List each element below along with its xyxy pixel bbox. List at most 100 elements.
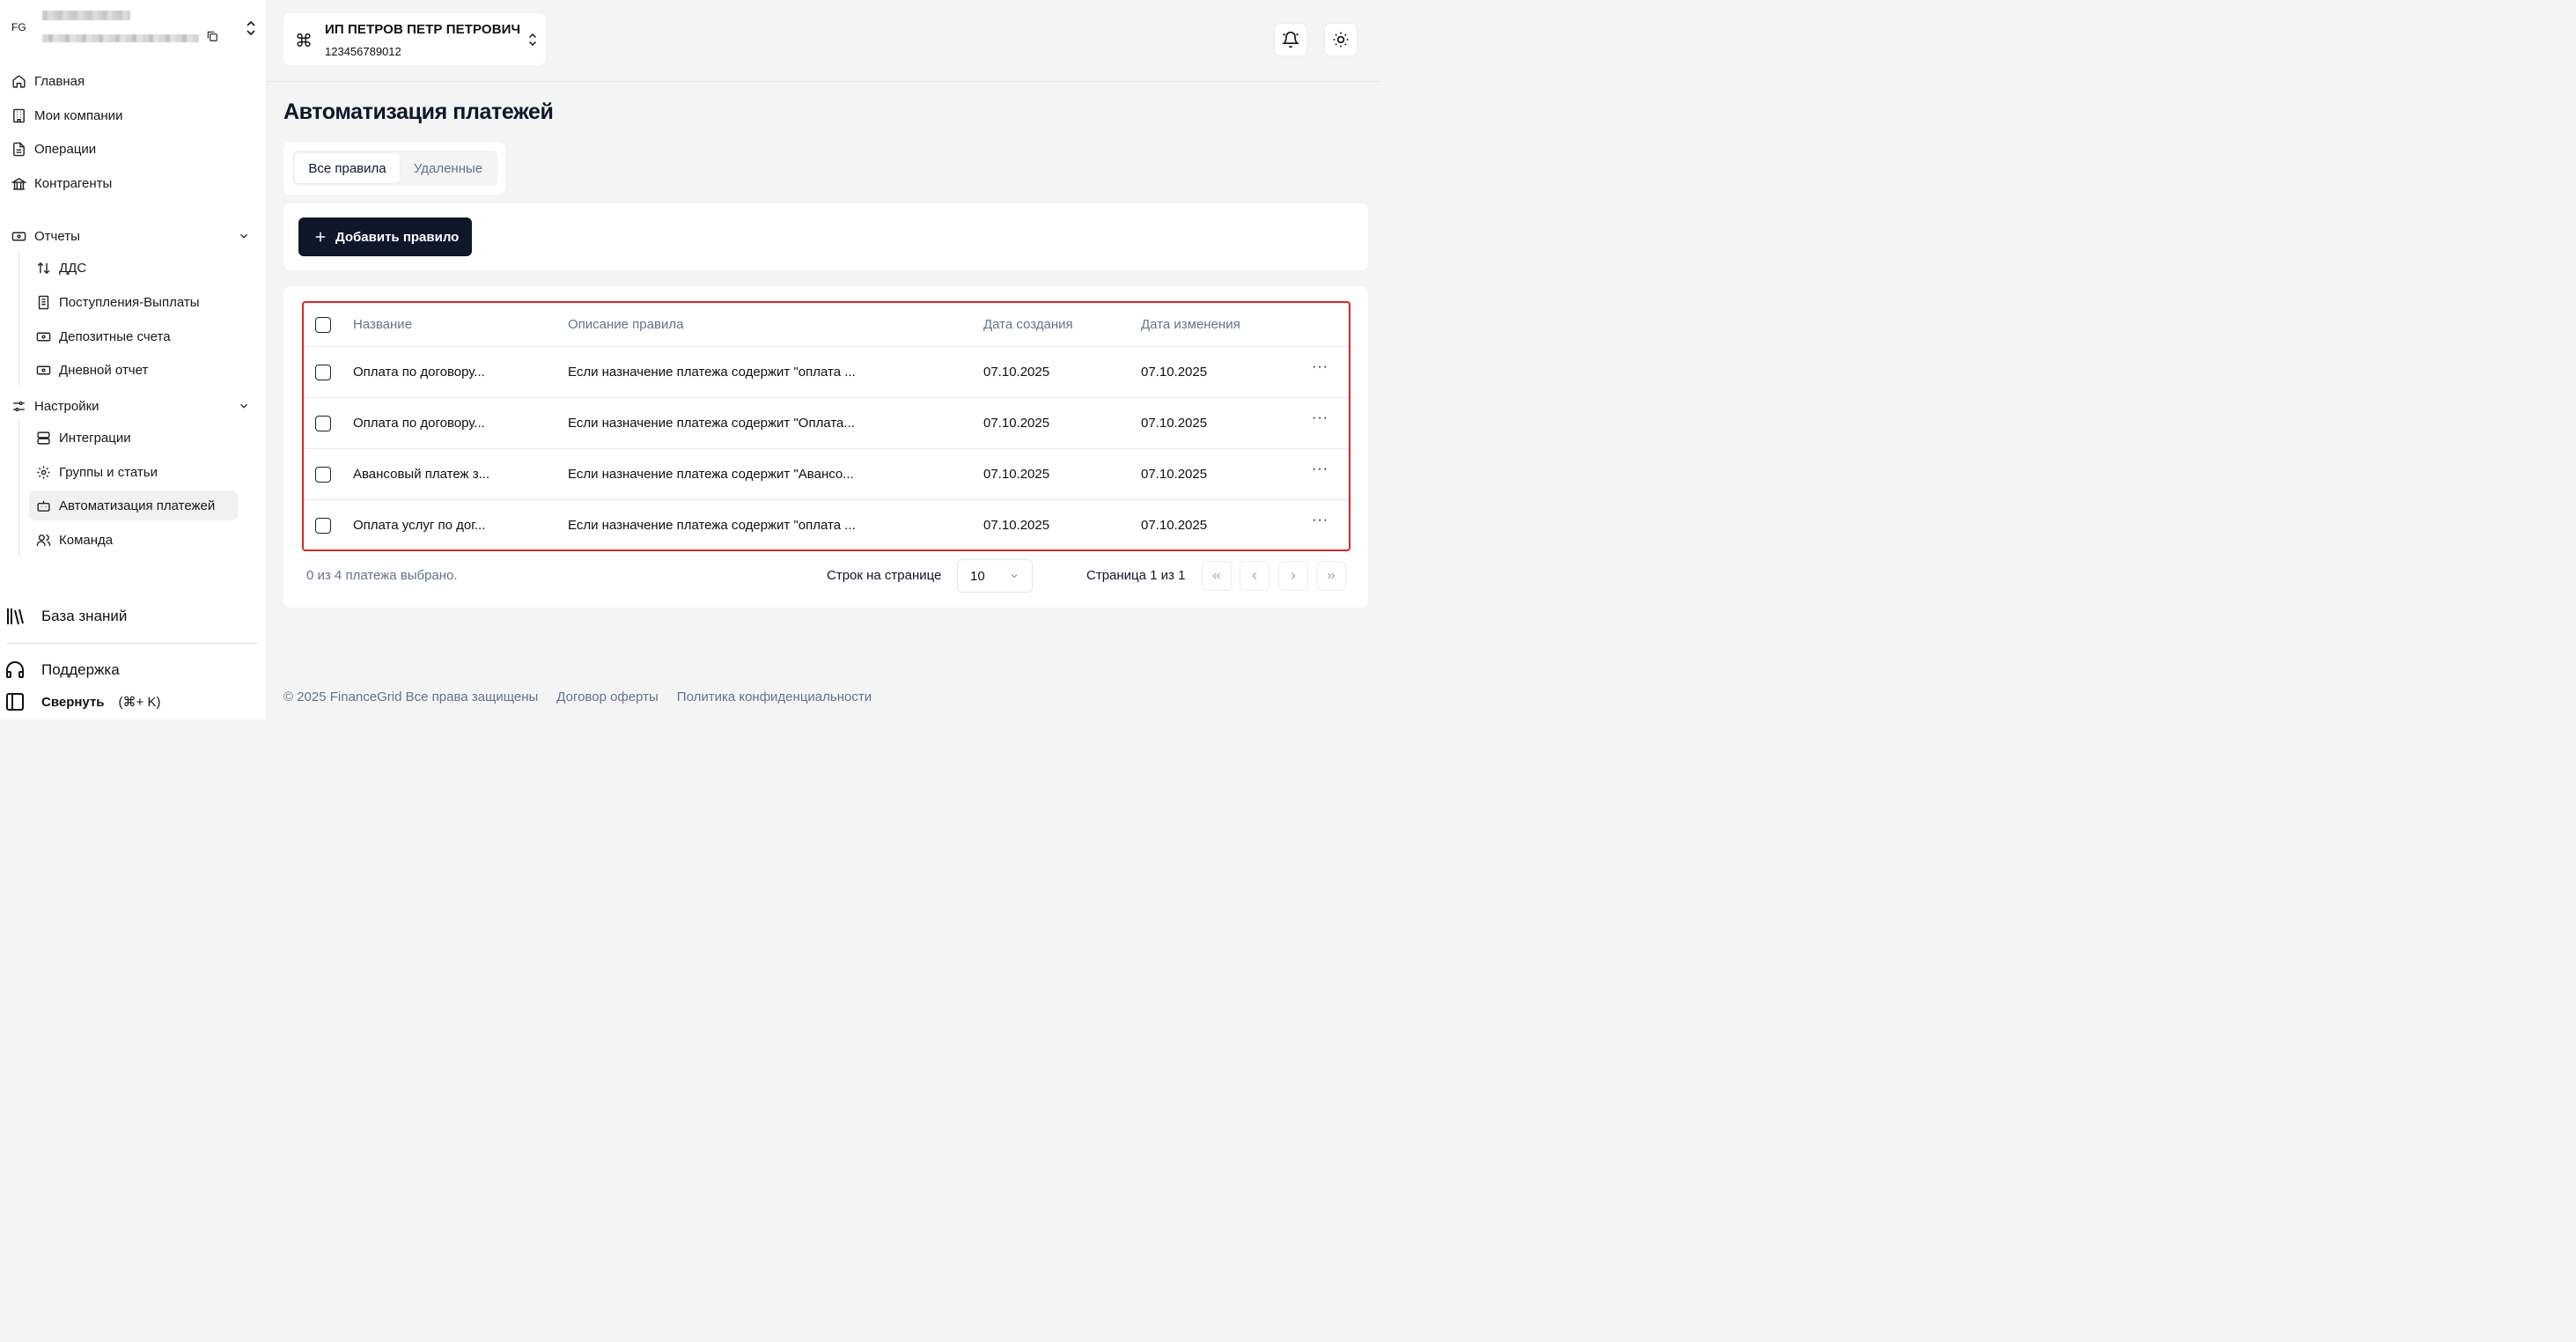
sidebar-support[interactable]: Поддержка xyxy=(4,657,120,683)
selection-info: 0 из 4 платежа выбрано. xyxy=(306,568,458,583)
sidebar-item-operations[interactable]: Операции xyxy=(11,138,96,159)
sidebar-item-label: Группы и статьи xyxy=(59,464,158,480)
privacy-link[interactable]: Политика конфиденциальности xyxy=(677,689,872,704)
headset-icon xyxy=(4,659,26,682)
home-icon xyxy=(11,73,26,89)
sidebar-item-integrations[interactable]: Интеграции xyxy=(35,427,131,448)
sidebar-collapse[interactable]: Свернуть (⌘+ K) xyxy=(4,689,160,715)
sidebar-item-label: Контрагенты xyxy=(34,175,113,191)
rows-per-page-select[interactable]: 10 xyxy=(957,559,1033,593)
row-checkbox[interactable] xyxy=(315,466,331,483)
sidebar-item-deposits[interactable]: Депозитные счета xyxy=(35,326,171,347)
rule-name: Оплата по договору... xyxy=(353,416,485,431)
sidebar-item-dds[interactable]: ДДС xyxy=(35,257,86,278)
chevron-down-icon[interactable] xyxy=(238,400,250,412)
select-all-checkbox[interactable] xyxy=(315,316,331,333)
previous-page-button[interactable] xyxy=(1240,561,1270,591)
rule-description: Если назначение платежа содержит "Авансо… xyxy=(568,467,854,482)
bot-icon xyxy=(35,498,51,513)
row-checkbox[interactable] xyxy=(315,415,331,431)
chevron-right-icon xyxy=(1287,570,1299,582)
sidebar-item-label: Автоматизация платежей xyxy=(59,498,216,513)
sidebar-knowledge-base[interactable]: База знаний xyxy=(4,603,127,630)
chevrons-right-icon xyxy=(1325,570,1337,582)
column-header-created[interactable]: Дата создания xyxy=(983,317,1073,332)
sun-icon xyxy=(1332,31,1350,48)
bell-icon xyxy=(1282,31,1299,48)
company-name: ИП ПЕТРОВ ПЕТР ПЕТРОВИЧ xyxy=(325,22,521,37)
last-page-button[interactable] xyxy=(1316,561,1346,591)
building-icon xyxy=(11,107,26,123)
theme-toggle-button[interactable] xyxy=(1324,23,1358,56)
server-icon xyxy=(35,430,51,446)
table-row[interactable]: Авансовый платеж з... Если назначение пл… xyxy=(304,449,1349,499)
company-switcher[interactable]: ⌘ ИП ПЕТРОВ ПЕТР ПЕТРОВИЧ 123456789012 xyxy=(283,13,546,65)
column-header-name[interactable]: Название xyxy=(353,317,412,332)
row-checkbox[interactable] xyxy=(315,517,331,534)
more-actions-icon[interactable]: ··· xyxy=(1312,512,1328,528)
rule-description: Если назначение платежа содержит "оплата… xyxy=(568,518,856,533)
sidebar-item-payment-automation[interactable]: Автоматизация платежей xyxy=(29,490,238,520)
copyright: © 2025 FinanceGrid Все права защищены xyxy=(283,689,539,704)
sidebar-item-receipts-payments[interactable]: Поступления-Выплаты xyxy=(35,291,200,313)
copy-icon[interactable] xyxy=(206,30,218,42)
row-checkbox[interactable] xyxy=(315,364,331,380)
sidebar-item-daily-report[interactable]: Дневной отчет xyxy=(35,359,148,380)
bank-icon xyxy=(11,175,26,191)
add-rule-button[interactable]: Добавить правило xyxy=(298,218,472,256)
sidebar-group-reports[interactable]: Отчеты xyxy=(11,225,80,247)
sidebar: FG Главная Мои компании Операции Контраг… xyxy=(0,0,268,719)
rule-created-date: 07.10.2025 xyxy=(983,518,1050,533)
sidebar-item-team[interactable]: Команда xyxy=(35,529,113,550)
collapse-label: Свернуть xyxy=(41,694,105,710)
sidebar-item-counterparties[interactable]: Контрагенты xyxy=(11,173,112,194)
column-header-description[interactable]: Описание правила xyxy=(568,317,683,332)
user-switcher[interactable]: FG xyxy=(7,5,262,49)
tab-all-rules[interactable]: Все правила xyxy=(295,153,400,183)
reports-tree-line xyxy=(18,250,19,387)
notifications-button[interactable] xyxy=(1274,23,1307,56)
sidebar-item-label: Депозитные счета xyxy=(59,328,171,344)
more-actions-icon[interactable]: ··· xyxy=(1312,410,1328,426)
sidebar-item-home[interactable]: Главная xyxy=(11,70,85,92)
table-row[interactable]: Оплата по договору... Если назначение пл… xyxy=(304,347,1349,397)
rule-created-date: 07.10.2025 xyxy=(983,416,1050,431)
table-row[interactable]: Оплата услуг по дог... Если назначение п… xyxy=(304,500,1349,550)
user-avatar: FG xyxy=(11,21,26,33)
tab-deleted[interactable]: Удаленные xyxy=(401,153,495,183)
sidebar-item-companies[interactable]: Мои компании xyxy=(11,105,122,126)
sidebar-item-label: Мои компании xyxy=(34,107,123,123)
page-title: Автоматизация платежей xyxy=(283,100,554,124)
rule-description: Если назначение платежа содержит "оплата… xyxy=(568,365,856,380)
command-icon: ⌘ xyxy=(295,32,313,51)
chevrons-updown-icon[interactable] xyxy=(245,20,257,36)
more-actions-icon[interactable]: ··· xyxy=(1312,359,1328,375)
table-row[interactable]: Оплата по договору... Если назначение пл… xyxy=(304,398,1349,448)
sidebar-group-label: Настройки xyxy=(34,398,99,414)
chevrons-updown-icon xyxy=(527,33,538,47)
rule-name: Оплата по договору... xyxy=(353,365,485,380)
column-header-modified[interactable]: Дата изменения xyxy=(1141,317,1240,332)
actions-card: Добавить правило xyxy=(283,203,1368,270)
arrows-updown-icon xyxy=(35,260,51,276)
chevron-down-icon[interactable] xyxy=(238,230,250,242)
sidebar-item-groups[interactable]: Группы и статьи xyxy=(35,461,158,483)
chevrons-left-icon xyxy=(1211,570,1223,582)
first-page-button[interactable] xyxy=(1202,561,1232,591)
sidebar-item-label: Главная xyxy=(34,73,85,89)
next-page-button[interactable] xyxy=(1278,561,1308,591)
offer-link[interactable]: Договор оферты xyxy=(556,689,659,704)
page-footer: © 2025 FinanceGrid Все права защищены До… xyxy=(283,689,890,704)
rule-description: Если назначение платежа содержит "Оплата… xyxy=(568,416,855,431)
sidebar-item-label: Поступления-Выплаты xyxy=(59,294,200,310)
more-actions-icon[interactable]: ··· xyxy=(1312,461,1328,477)
plus-icon xyxy=(314,231,327,243)
panel-left-icon xyxy=(4,690,26,713)
rule-name: Оплата услуг по дог... xyxy=(353,518,486,533)
rule-modified-date: 07.10.2025 xyxy=(1141,416,1208,431)
rule-modified-date: 07.10.2025 xyxy=(1141,467,1208,482)
sliders-icon xyxy=(11,398,26,414)
banknote-icon xyxy=(11,228,26,244)
sidebar-item-label: Команда xyxy=(59,532,114,548)
sidebar-group-settings[interactable]: Настройки xyxy=(11,395,99,417)
